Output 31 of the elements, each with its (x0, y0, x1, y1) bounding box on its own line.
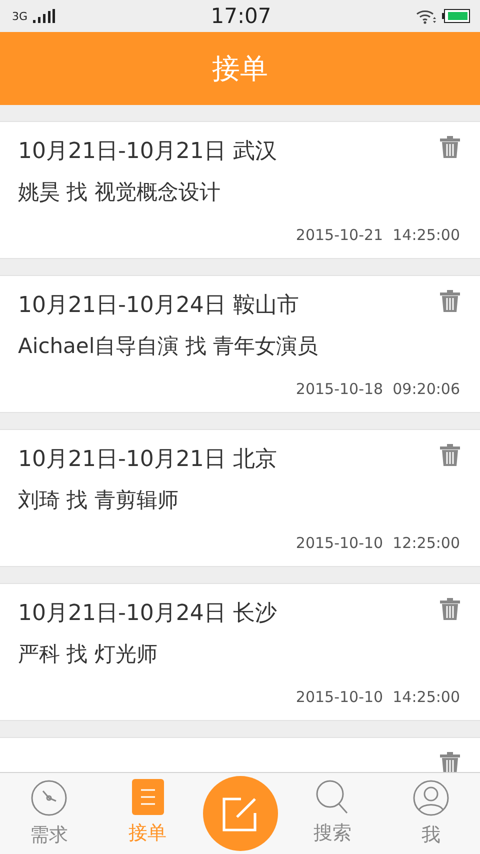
order-request: 姚昊 找 视觉概念设计 (18, 179, 222, 206)
wifi-icon (416, 8, 436, 24)
signal-icon (32, 9, 55, 23)
edit-icon (221, 794, 260, 832)
order-card[interactable]: 10月21日-10月24日 鞍山市 Aichael自导自演 找 青年女演员 2015-10-18 09:20:06 (0, 275, 480, 413)
post-time: 2015-10-21 14:25:00 (296, 226, 460, 244)
order-dates-location: 10月21日-10月21日 北京 (18, 446, 277, 474)
page-title: 接单 (212, 50, 268, 86)
clock: 17:07 (210, 4, 272, 28)
trash-icon[interactable] (440, 444, 460, 466)
order-card[interactable]: 10月21日-10月24日 长沙 严科 找 灯光师 2015-10-10 14:25:00 (0, 583, 480, 721)
compass-icon (30, 779, 68, 817)
order-card[interactable]: 10月21日-10月21日 武汉 姚昊 找 视觉概念设计 2015-10-21 14:25:00 (0, 121, 480, 259)
post-time: 2015-10-18 09:20:06 (296, 380, 460, 398)
network-type: 3G (12, 10, 28, 22)
trash-icon[interactable] (440, 136, 460, 158)
trash-icon[interactable] (440, 598, 460, 620)
battery-icon (442, 9, 470, 23)
profile-icon (412, 779, 450, 817)
order-card[interactable]: 10月21日-10月21日 北京 刘琦 找 青剪辑师 2015-10-10 12:25:00 (0, 429, 480, 567)
document-icon (132, 779, 164, 815)
order-dates-location: 10月21日-10月21日 武汉 (18, 138, 277, 166)
order-dates-location: 10月21日-10月24日 鞍山市 (18, 292, 299, 320)
order-request: 严科 找 灯光师 (18, 641, 158, 668)
search-icon (315, 779, 350, 815)
order-request: 刘琦 找 青剪辑师 (18, 487, 180, 514)
trash-icon[interactable] (440, 290, 460, 312)
order-dates-location: 10月21日-10月24日 长沙 (18, 600, 277, 628)
post-time: 2015-10-10 14:25:00 (296, 688, 460, 706)
order-request: Aichael自导自演 找 青年女演员 (18, 333, 320, 360)
post-time: 2015-10-10 12:25:00 (296, 534, 460, 552)
